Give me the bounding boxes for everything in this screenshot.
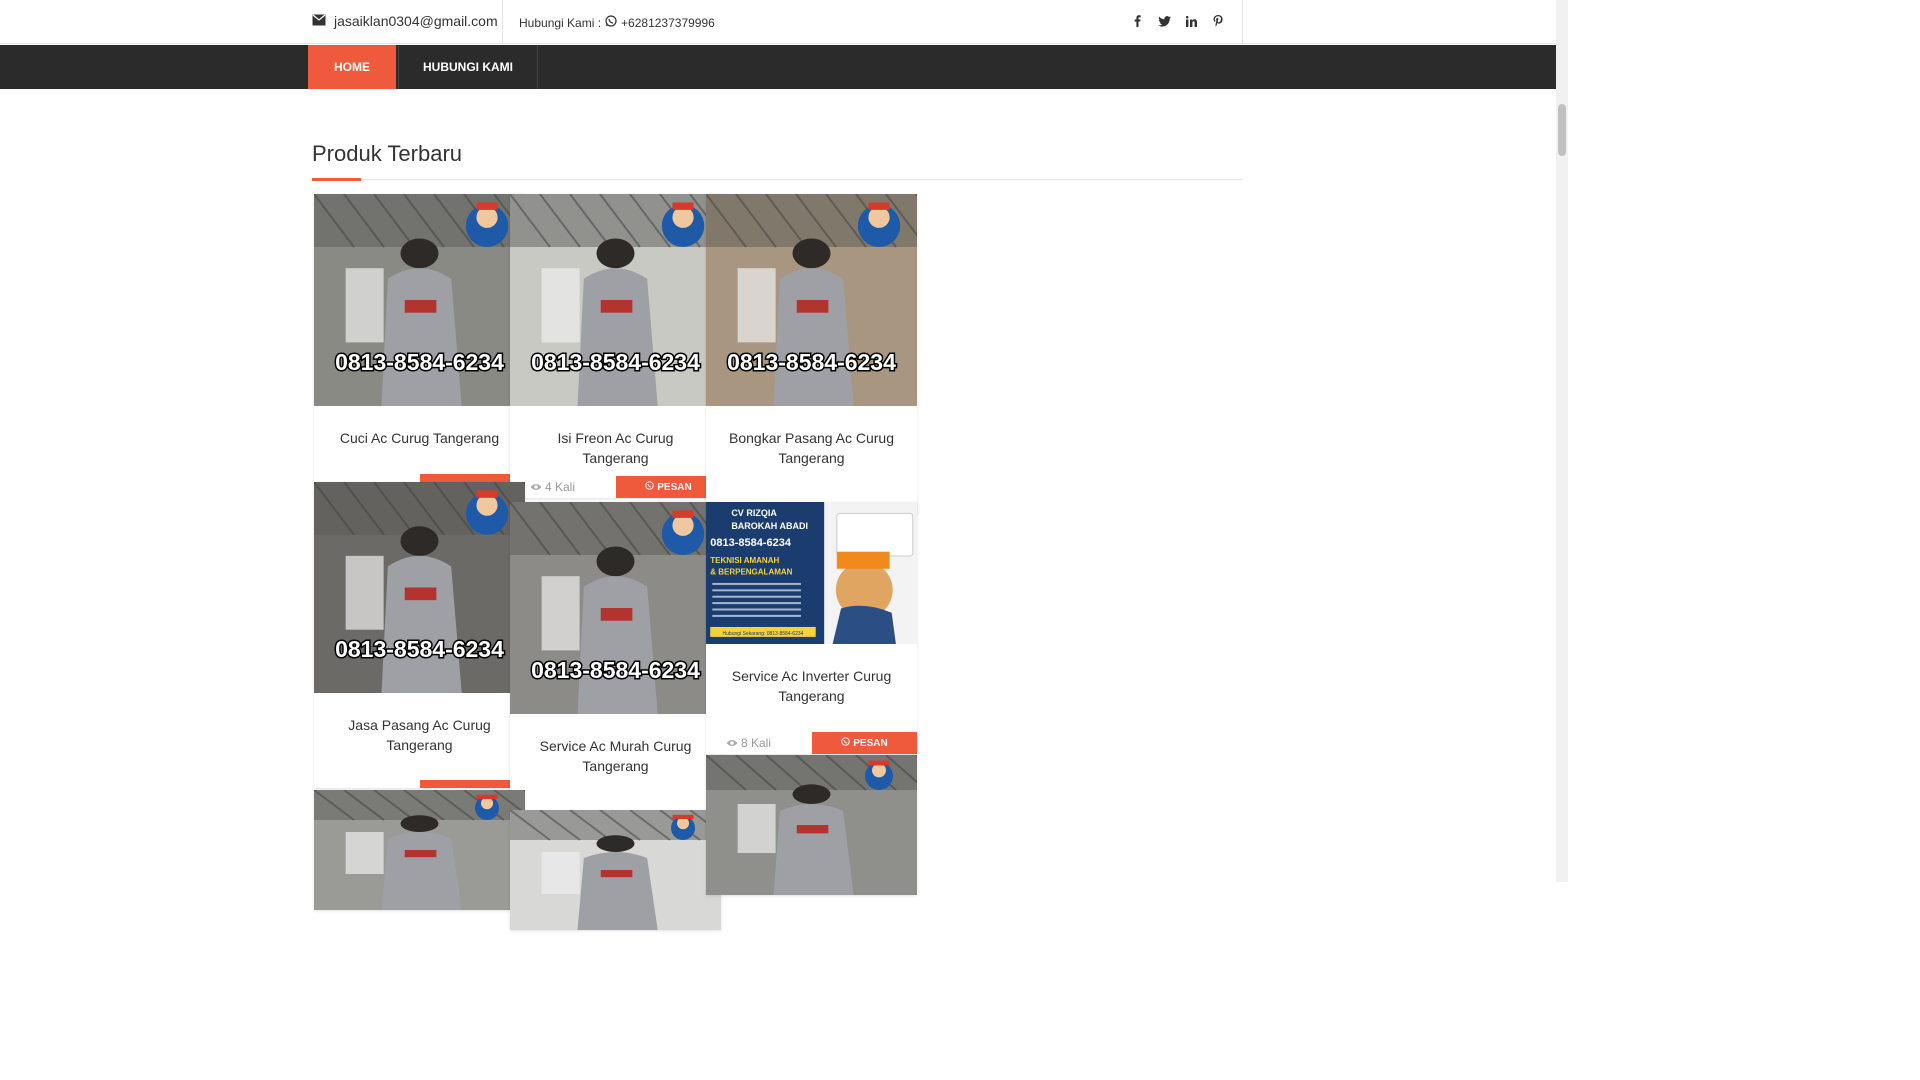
phone-label: Hubungi Kami : <box>519 15 602 30</box>
product-image[interactable]: 0813-8584-6234 <box>706 194 917 406</box>
order-button-label: PESAN <box>657 481 692 493</box>
social-links <box>1130 12 1225 30</box>
product-footer <box>314 766 525 788</box>
whatsapp-icon <box>841 737 851 749</box>
pinterest-icon[interactable] <box>1211 12 1225 30</box>
facebook-icon[interactable] <box>1130 12 1144 30</box>
product-image[interactable]: 0813-8584-6234 <box>314 194 525 406</box>
product-card[interactable] <box>706 755 917 895</box>
product-image[interactable]: 0813-8584-6234 <box>510 194 721 406</box>
svg-text:0813-8584-6234: 0813-8584-6234 <box>531 349 700 375</box>
product-name[interactable]: Bongkar Pasang Ac Curug Tangerang <box>706 406 917 473</box>
product-name[interactable]: Jasa Pasang Ac Curug Tangerang <box>314 693 525 760</box>
svg-text:0813-8584-6234: 0813-8584-6234 <box>727 349 896 375</box>
product-name[interactable]: Isi Freon Ac Curug Tangerang <box>510 406 721 473</box>
product-image[interactable]: 0813-8584-6234 <box>510 502 721 714</box>
product-footer: 4 Kali PESAN <box>510 476 721 498</box>
product-card[interactable] <box>314 790 525 910</box>
product-image[interactable] <box>706 755 917 895</box>
title-accent-bar <box>312 178 361 181</box>
email-text: jasaiklan0304@gmail.com <box>334 13 498 29</box>
svg-text:& BERPENGALAMAN: & BERPENGALAMAN <box>710 567 792 576</box>
svg-text:0813-8584-6234: 0813-8584-6234 <box>335 349 504 375</box>
product-card[interactable]: 0813-8584-6234 Isi Freon Ac Curug Tangera… <box>510 194 721 498</box>
svg-text:0813-8584-6234: 0813-8584-6234 <box>710 537 792 549</box>
view-count: 8 Kali <box>726 736 771 750</box>
envelope-icon <box>312 13 326 29</box>
product-image[interactable]: 0813-8584-6234 <box>314 482 525 693</box>
divider <box>1242 0 1243 44</box>
whatsapp-icon <box>645 481 655 493</box>
svg-text:BAROKAH ABADI: BAROKAH ABADI <box>731 521 808 531</box>
section-title: Produk Terbaru <box>312 141 463 166</box>
view-count-text: 4 Kali <box>545 480 576 494</box>
svg-text:Hubungi Sekarang: 0813-8584-62: Hubungi Sekarang: 0813-8584-6234 <box>723 631 804 637</box>
view-count-text: 8 Kali <box>741 736 772 750</box>
product-name[interactable]: Service Ac Inverter Curug Tangerang <box>706 644 917 711</box>
svg-text:0813-8584-6234: 0813-8584-6234 <box>531 657 700 683</box>
svg-text:CV RIZQIA: CV RIZQIA <box>731 508 777 518</box>
product-card[interactable]: 0813-8584-6234 Bongkar Pasang Ac Curug Ta… <box>706 194 917 514</box>
product-footer: 8 Kali PESAN <box>706 732 917 754</box>
product-card[interactable]: CV RIZQIA BAROKAH ABADI 0813-8584-6234 TEKN… <box>706 502 917 754</box>
twitter-icon[interactable] <box>1157 12 1171 30</box>
contact-phone[interactable]: Hubungi Kami : +6281237379996 <box>519 15 715 30</box>
view-count: 4 Kali <box>530 480 575 494</box>
order-button-label: PESAN <box>853 737 888 749</box>
whatsapp-icon <box>605 15 617 30</box>
product-card[interactable]: 0813-8584-6234 Service Ac Murah Curug Tan… <box>510 502 721 828</box>
svg-text:0813-8584-6234: 0813-8584-6234 <box>335 636 504 662</box>
product-card[interactable] <box>510 810 721 930</box>
linkedin-icon[interactable] <box>1184 12 1198 30</box>
svg-text:TEKNISI AMANAH: TEKNISI AMANAH <box>710 556 779 565</box>
eye-icon <box>530 480 542 494</box>
product-card[interactable]: 0813-8584-6234 Cuci Ac Curug Tangerang <box>314 194 525 482</box>
product-image[interactable] <box>510 810 721 930</box>
order-button[interactable]: PESAN <box>812 732 917 754</box>
main-nav: HOME HUBUNGI KAMI <box>0 45 1556 89</box>
nav-item-home[interactable]: HOME <box>308 45 396 89</box>
divider <box>502 0 503 44</box>
product-footer <box>314 460 525 482</box>
product-card[interactable]: 0813-8584-6234 Jasa Pasang Ac Curug Tange… <box>314 482 525 788</box>
product-name[interactable]: Service Ac Murah Curug Tangerang <box>510 714 721 781</box>
product-image[interactable]: CV RIZQIA BAROKAH ABADI 0813-8584-6234 TEKN… <box>706 502 917 644</box>
phone-number: +6281237379996 <box>621 15 715 30</box>
contact-email[interactable]: jasaiklan0304@gmail.com <box>312 13 498 29</box>
nav-item-hubungi-kami[interactable]: HUBUNGI KAMI <box>398 45 538 89</box>
eye-icon <box>726 736 738 750</box>
top-bar: jasaiklan0304@gmail.com Hubungi Kami : +… <box>0 0 1556 44</box>
scrollbar-thumb[interactable] <box>1558 104 1566 156</box>
title-divider <box>312 179 1243 180</box>
product-image[interactable] <box>314 790 525 910</box>
